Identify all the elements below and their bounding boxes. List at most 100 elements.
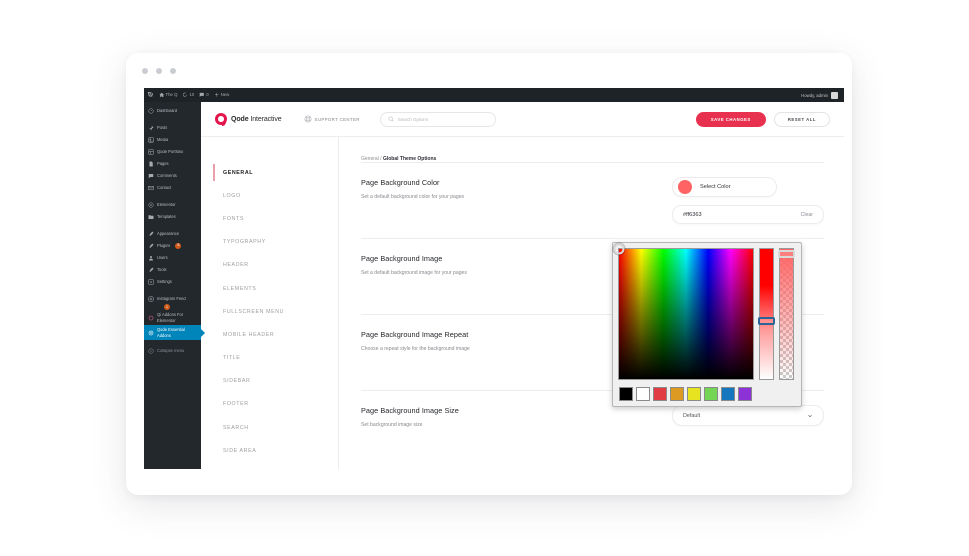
preset-swatch[interactable] — [670, 387, 684, 401]
tools-icon — [148, 267, 154, 273]
sidebar-item-users[interactable]: Users — [144, 252, 201, 264]
sidebar-item-posts[interactable]: Posts — [144, 122, 201, 134]
tab-label: ELEMENTS — [223, 286, 256, 292]
qode-addons-icon — [148, 330, 154, 336]
tab-header[interactable]: HEADER — [223, 254, 338, 277]
sidebar-item-settings[interactable]: Settings — [144, 276, 201, 288]
option-row-page-background-color: Page Background Color Set a default back… — [361, 162, 824, 238]
sidebar-item-tools[interactable]: Tools — [144, 264, 201, 276]
qode-panel-header: Qode Interactive SUPPORT CENTER SAVE CHA… — [201, 102, 844, 137]
alpha-slider-handle[interactable] — [778, 250, 795, 258]
hue-slider[interactable] — [759, 248, 774, 380]
plus-icon — [214, 92, 220, 98]
tab-sidebar[interactable]: SIDEBAR — [223, 370, 338, 393]
adminbar-comments[interactable]: 0 — [199, 92, 208, 98]
tab-label: TITLE — [223, 355, 240, 361]
adminbar-new-content[interactable]: New — [214, 92, 230, 98]
clear-color-link[interactable]: Clear — [801, 212, 813, 218]
sidebar-label: Qode Portfolio — [157, 150, 183, 154]
support-center-link[interactable]: SUPPORT CENTER — [304, 115, 360, 123]
sidebar-label: Collapse menu — [157, 349, 184, 353]
search-input[interactable] — [398, 117, 488, 122]
sidebar-item-plugins[interactable]: Plugins 8 — [144, 240, 201, 252]
qode-logo-text: Qode Interactive — [231, 116, 282, 123]
sidebar-item-qode-essential-addons[interactable]: Qode Essential Addons — [144, 325, 201, 340]
breadcrumb: General / Global Theme Options — [361, 137, 824, 162]
qode-header-actions: SAVE CHANGES RESET ALL — [696, 112, 830, 127]
tab-mobile-header[interactable]: MOBILE HEADER — [223, 323, 338, 346]
select-color-button[interactable]: Select Color — [672, 177, 777, 197]
save-changes-button[interactable]: SAVE CHANGES — [696, 112, 766, 127]
avatar — [831, 92, 838, 99]
dashboard-icon — [148, 108, 154, 114]
qi-addons-icon — [148, 315, 154, 321]
sidebar-item-collapse-menu[interactable]: Collapse menu — [144, 345, 201, 357]
adminbar-wordpress-logo[interactable] — [148, 92, 154, 98]
window-chrome-bar — [126, 53, 852, 88]
hex-color-field[interactable]: Clear — [672, 205, 824, 224]
wp-admin-sidebar: Dashboard Posts Media Qode Portfolio Pag… — [144, 102, 201, 469]
search-icon — [388, 116, 394, 122]
sidebar-item-qi-addons-for-elementor[interactable]: Qi Addons For Elementor — [144, 310, 201, 325]
alpha-slider[interactable] — [779, 248, 794, 380]
background-size-select[interactable]: Default — [672, 405, 824, 426]
tab-logo[interactable]: LOGO — [223, 184, 338, 207]
sidebar-item-appearance[interactable]: Appearance — [144, 228, 201, 240]
search-options-field[interactable] — [380, 112, 496, 127]
portfolio-icon — [148, 149, 154, 155]
hue-slider-handle[interactable] — [758, 317, 775, 325]
tab-search[interactable]: SEARCH — [223, 416, 338, 439]
reset-all-button[interactable]: RESET ALL — [774, 112, 830, 127]
tab-fonts[interactable]: FONTS — [223, 207, 338, 230]
plugins-icon — [148, 243, 154, 249]
window-minimize-dot[interactable] — [156, 68, 162, 74]
wp-admin-bar: The Q 10 0 New How — [144, 88, 844, 102]
sidebar-label: Contact — [157, 186, 171, 190]
saturation-value-cursor[interactable] — [614, 244, 625, 255]
adminbar-updates[interactable]: 10 — [182, 92, 194, 98]
sidebar-label: Qode Essential Addons — [157, 327, 197, 337]
preset-swatch[interactable] — [636, 387, 650, 401]
window-close-dot[interactable] — [142, 68, 148, 74]
sidebar-label: Users — [157, 256, 168, 260]
preset-swatch[interactable] — [653, 387, 667, 401]
tab-fullscreen-menu[interactable]: FULLSCREEN MENU — [223, 300, 338, 323]
settings-icon — [148, 279, 154, 285]
tab-elements[interactable]: ELEMENTS — [223, 277, 338, 300]
tab-footer[interactable]: FOOTER — [223, 393, 338, 416]
select-color-label: Select Color — [700, 184, 730, 190]
sidebar-item-dashboard[interactable]: Dashboard — [144, 105, 201, 117]
adminbar-howdy-text: Howdy, admin — [801, 93, 828, 98]
tab-title[interactable]: TITLE — [223, 347, 338, 370]
tab-typography[interactable]: TYPOGRAPHY — [223, 231, 338, 254]
adminbar-comments-count: 0 — [206, 93, 208, 97]
sidebar-item-pages[interactable]: Pages — [144, 158, 201, 170]
native-color-picker-popup[interactable] — [612, 242, 802, 407]
preset-swatch[interactable] — [738, 387, 752, 401]
hex-color-input[interactable] — [683, 212, 801, 218]
sidebar-item-qode-portfolio[interactable]: Qode Portfolio — [144, 146, 201, 158]
preset-swatch[interactable] — [704, 387, 718, 401]
elementor-icon — [148, 202, 154, 208]
tab-side-area[interactable]: SIDE AREA — [223, 439, 338, 462]
adminbar-site-name[interactable]: The Q — [159, 92, 178, 98]
adminbar-account-menu[interactable]: Howdy, admin — [801, 92, 838, 99]
qode-logo[interactable]: Qode Interactive — [215, 113, 282, 125]
window-maximize-dot[interactable] — [170, 68, 176, 74]
saturation-value-area[interactable] — [618, 248, 754, 380]
sidebar-item-contact[interactable]: Contact — [144, 182, 201, 194]
preset-swatch[interactable] — [721, 387, 735, 401]
tab-general[interactable]: GENERAL — [223, 161, 338, 184]
adminbar-updates-count: 10 — [189, 93, 194, 97]
sidebar-item-templates[interactable]: Templates — [144, 211, 201, 223]
preset-swatch[interactable] — [619, 387, 633, 401]
tab-label: FONTS — [223, 216, 244, 222]
sidebar-item-comments[interactable]: Comments — [144, 170, 201, 182]
sidebar-item-elementor[interactable]: Elementor — [144, 199, 201, 211]
sidebar-label: Appearance — [157, 232, 179, 236]
sidebar-item-media[interactable]: Media — [144, 134, 201, 146]
preset-swatch[interactable] — [687, 387, 701, 401]
sidebar-item-instagram-feed[interactable]: Instagram Feed — [144, 293, 201, 305]
sidebar-label: Posts — [157, 126, 167, 130]
collapse-icon — [148, 348, 154, 354]
